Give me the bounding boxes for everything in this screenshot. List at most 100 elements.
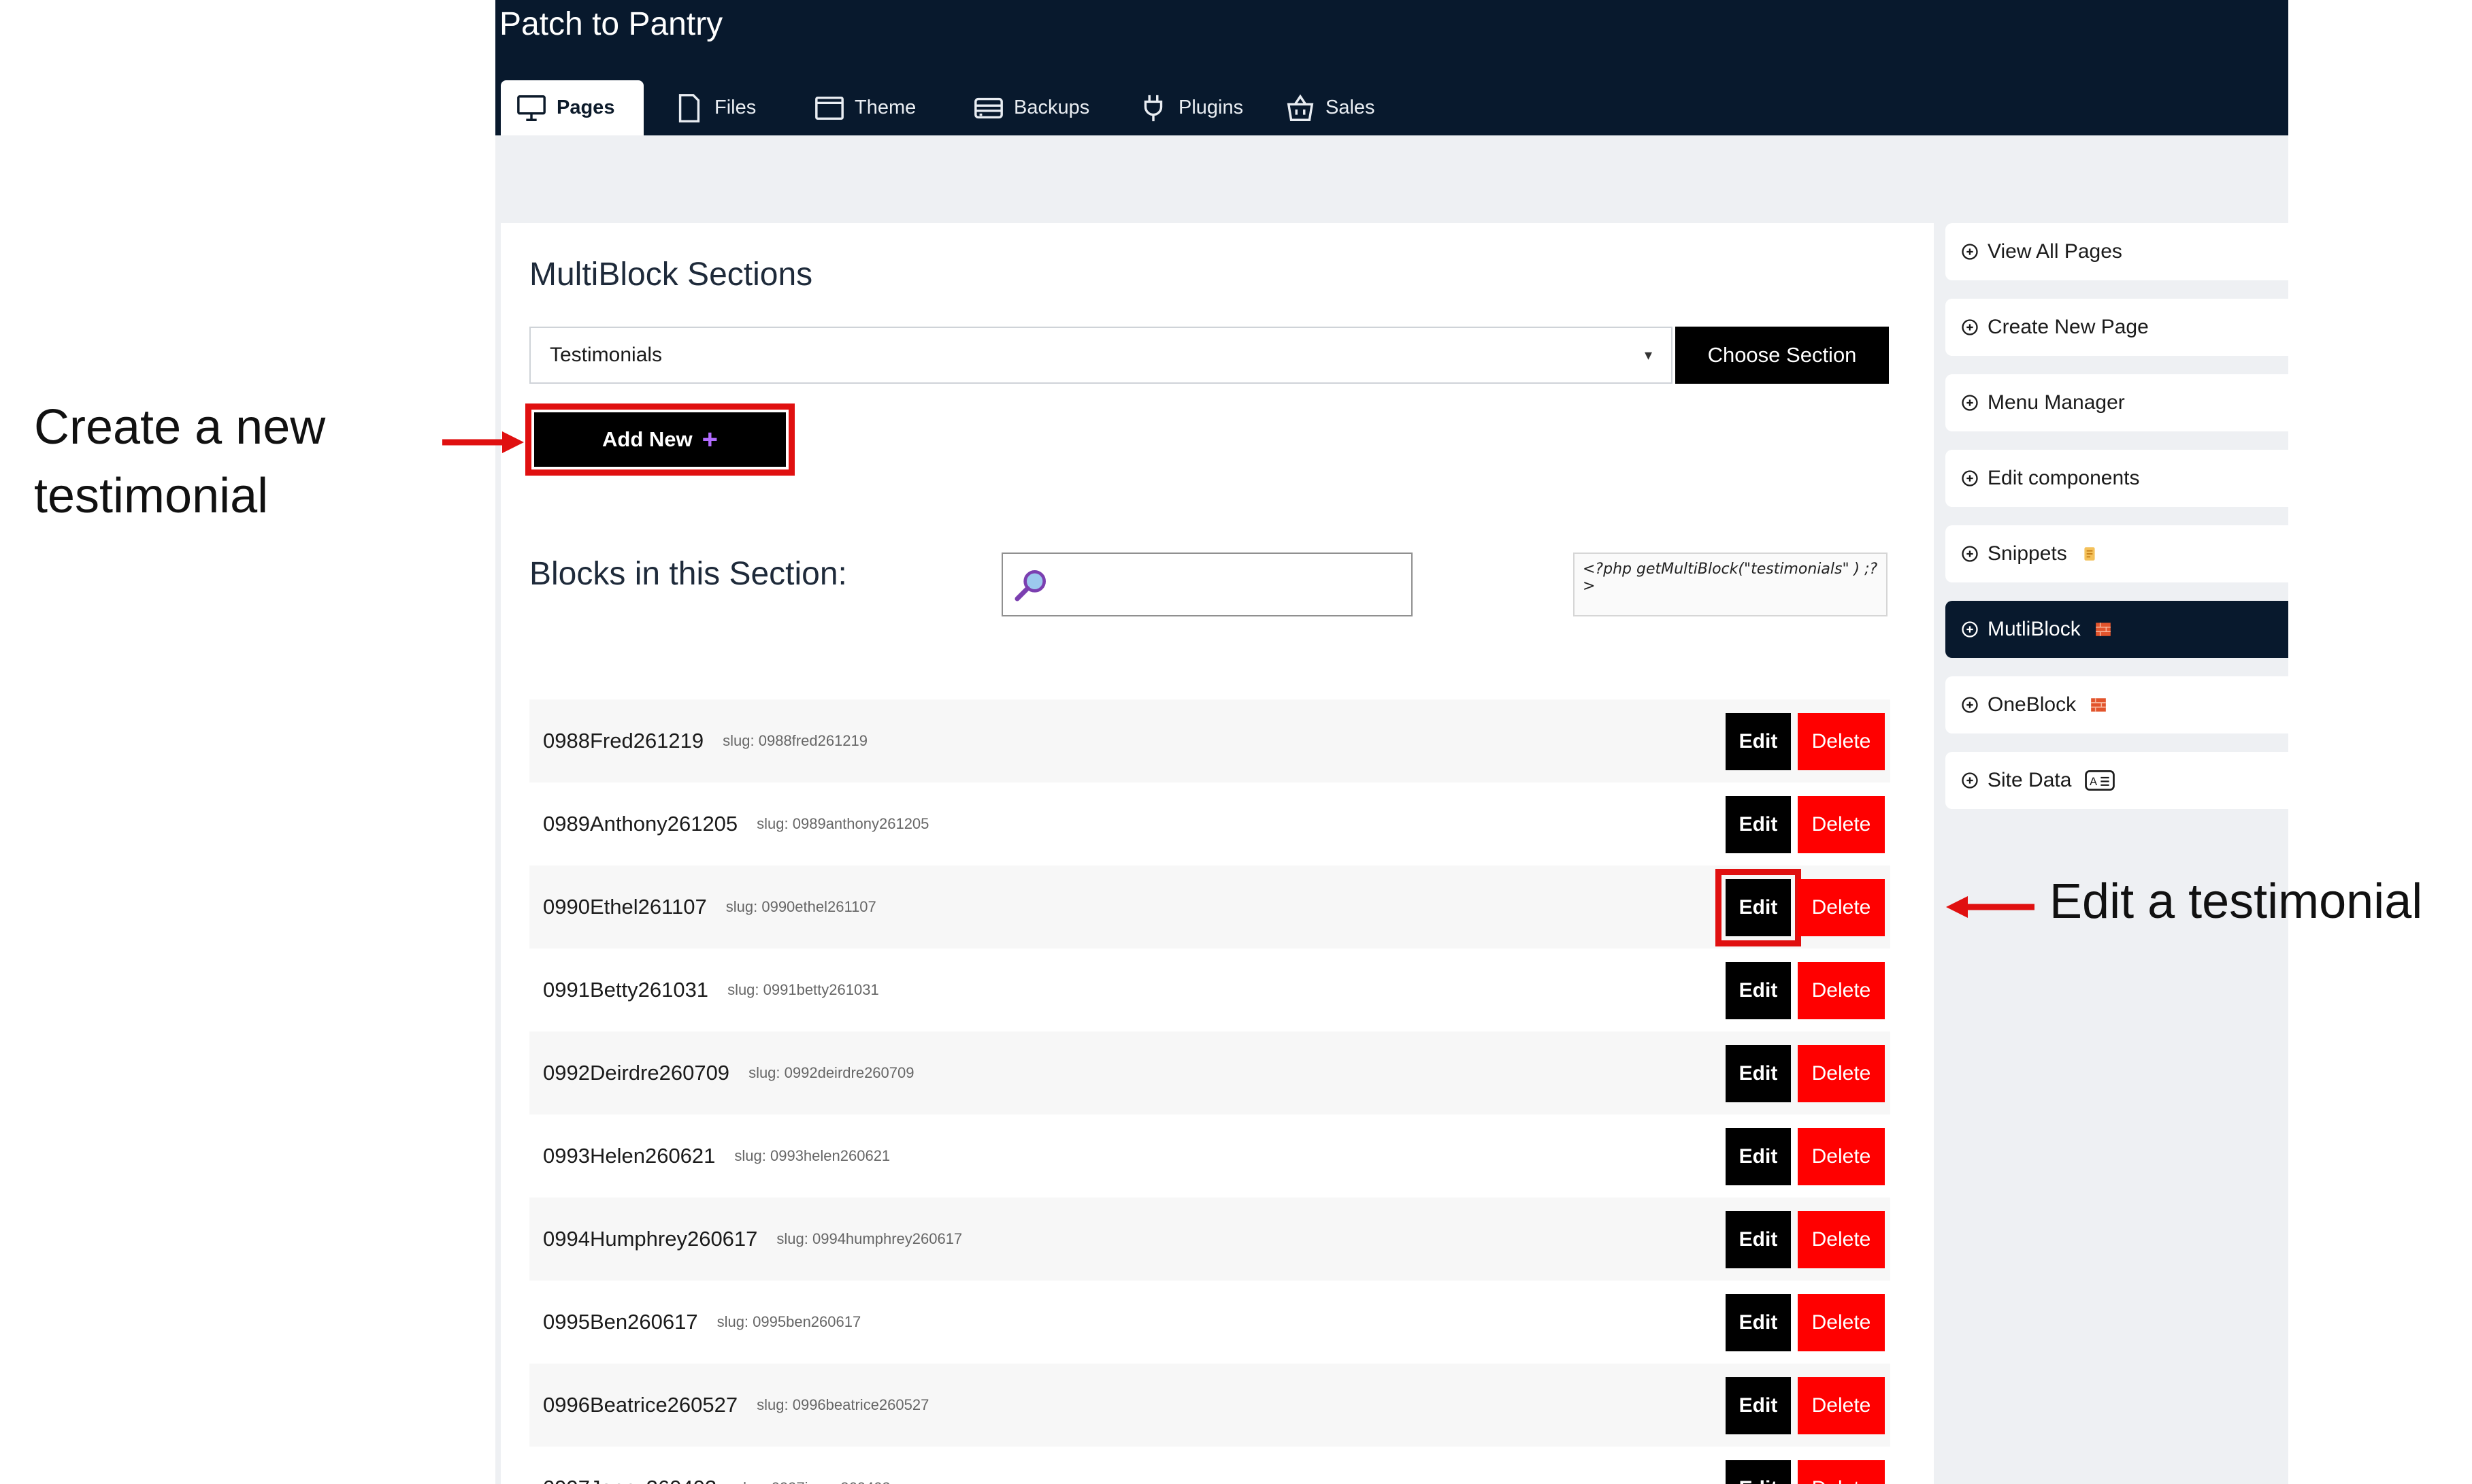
delete-button[interactable]: Delete <box>1798 713 1885 770</box>
edit-button[interactable]: Edit <box>1726 796 1791 853</box>
table-row: 0988Fred261219 slug: 0988fred261219 Edit… <box>529 699 1890 782</box>
add-new-highlight: Add New + <box>525 403 795 476</box>
row-actions: Edit Delete <box>1726 796 1885 853</box>
circle-plus-icon <box>1962 470 1978 487</box>
row-actions: Edit Delete <box>1726 1045 1885 1102</box>
edit-testimonial-note: Edit a testimonial <box>2049 874 2423 929</box>
right-arrow-icon <box>442 431 524 453</box>
tab-theme[interactable]: Theme <box>799 80 931 135</box>
page-title: MultiBlock Sections <box>529 257 813 293</box>
block-slug: slug: 0992deirdre260709 <box>748 1064 914 1081</box>
delete-button[interactable]: Delete <box>1798 1128 1885 1185</box>
sidebar-item-view-all-pages[interactable]: View All Pages <box>1945 223 2288 280</box>
edit-button[interactable]: Edit <box>1726 962 1791 1019</box>
edit-button[interactable]: Edit <box>1726 1294 1791 1351</box>
block-name: 0988Fred261219 <box>543 729 704 753</box>
edit-button[interactable]: Edit <box>1726 1128 1791 1185</box>
table-row: 0995Ben260617 slug: 0995ben260617 Edit D… <box>529 1281 1890 1364</box>
tab-files[interactable]: Files <box>659 80 771 135</box>
sidebar-item-snippets[interactable]: Snippets <box>1945 525 2288 582</box>
circle-plus-icon <box>1962 772 1978 789</box>
block-name: 0991Betty261031 <box>543 978 709 1002</box>
circle-plus-icon <box>1962 395 1978 411</box>
row-actions: Edit Delete <box>1715 869 1885 946</box>
sidebar-item-label: Site Data <box>1988 769 2072 791</box>
code-snippet: <?php getMultiBlock("testimonials" ) ;?> <box>1573 553 1888 616</box>
circle-plus-icon <box>1962 244 1978 260</box>
edit-button[interactable]: Edit <box>1726 1045 1791 1102</box>
circle-plus-icon <box>1962 546 1978 562</box>
tab-label: Pages <box>557 97 615 118</box>
edit-button[interactable]: Edit <box>1715 869 1801 946</box>
bricks-icon <box>2091 698 2106 712</box>
table-row: 0990Ethel261107 slug: 0990ethel261107 Ed… <box>529 865 1890 949</box>
edit-button[interactable]: Edit <box>1726 1377 1791 1434</box>
sidebar-item-label: View All Pages <box>1988 240 2122 263</box>
edit-button[interactable]: Edit <box>1726 1211 1791 1268</box>
delete-button[interactable]: Delete <box>1798 1211 1885 1268</box>
row-actions: Edit Delete <box>1726 1128 1885 1185</box>
delete-button[interactable]: Delete <box>1798 962 1885 1019</box>
block-name: 0994Humphrey260617 <box>543 1227 758 1251</box>
file-icon <box>678 93 700 122</box>
edit-button[interactable]: Edit <box>1726 713 1791 770</box>
app-title: Patch to Pantry <box>499 6 723 42</box>
sidebar: View All Pages Create New Page Menu Mana… <box>1945 223 2288 827</box>
sidebar-item-label: Edit components <box>1988 467 2140 489</box>
tab-label: Backups <box>1014 97 1090 118</box>
delete-button[interactable]: Delete <box>1798 879 1885 936</box>
table-row: 0994Humphrey260617 slug: 0994humphrey260… <box>529 1198 1890 1281</box>
block-name: 0997Jenny260402 <box>543 1476 716 1484</box>
sidebar-item-oneblock[interactable]: OneBlock <box>1945 676 2288 733</box>
table-row: 0993Helen260621 slug: 0993helen260621 Ed… <box>529 1115 1890 1198</box>
block-slug: slug: 0995ben260617 <box>716 1313 861 1330</box>
sidebar-item-menu-manager[interactable]: Menu Manager <box>1945 374 2288 431</box>
row-actions: Edit Delete <box>1726 1377 1885 1434</box>
add-new-button[interactable]: Add New + <box>534 412 786 467</box>
delete-button[interactable]: Delete <box>1798 1377 1885 1434</box>
chevron-down-icon: ▾ <box>1644 346 1652 363</box>
block-slug: slug: 0988fred261219 <box>723 732 868 749</box>
block-name: 0989Anthony261205 <box>543 812 738 836</box>
search-input[interactable] <box>1057 563 1411 606</box>
tab-sales[interactable]: Sales <box>1270 80 1390 135</box>
block-name: 0990Ethel261107 <box>543 895 707 919</box>
table-row: 0991Betty261031 slug: 0991betty261031 Ed… <box>529 949 1890 1032</box>
browser-window-icon <box>815 96 844 120</box>
svg-text:A: A <box>2090 775 2098 788</box>
sidebar-item-multiblock[interactable]: MutliBlock <box>1945 601 2288 658</box>
row-actions: Edit Delete <box>1726 962 1885 1019</box>
sidebar-item-edit-components[interactable]: Edit components <box>1945 450 2288 507</box>
delete-button[interactable]: Delete <box>1798 1045 1885 1102</box>
basket-icon <box>1287 94 1314 121</box>
block-search[interactable] <box>1002 553 1413 616</box>
delete-button[interactable]: Delete <box>1798 796 1885 853</box>
delete-button[interactable]: Delete <box>1798 1460 1885 1484</box>
create-testimonial-note: Create a new testimonial <box>34 400 326 523</box>
circle-plus-icon <box>1962 319 1978 335</box>
tab-backups[interactable]: Backups <box>958 80 1104 135</box>
tab-label: Plugins <box>1179 97 1244 118</box>
block-name: 0995Ben260617 <box>543 1310 698 1334</box>
tab-label: Sales <box>1325 97 1375 118</box>
section-select[interactable]: Testimonials ▾ <box>529 327 1672 384</box>
sidebar-item-site-data[interactable]: Site Data A <box>1945 752 2288 809</box>
row-actions: Edit Delete <box>1726 1211 1885 1268</box>
circle-plus-icon <box>1962 697 1978 713</box>
sidebar-item-label: Menu Manager <box>1988 391 2125 414</box>
magnifier-icon <box>1015 570 1046 601</box>
block-slug: slug: 0991betty261031 <box>727 981 879 998</box>
table-row: 0997Jenny260402 slug: 0997jenny260402 Ed… <box>529 1447 1890 1484</box>
delete-button[interactable]: Delete <box>1798 1294 1885 1351</box>
tab-plugins[interactable]: Plugins <box>1123 80 1258 135</box>
bricks-icon <box>2095 623 2111 636</box>
tab-pages[interactable]: Pages <box>501 80 644 135</box>
tab-label: Theme <box>855 97 917 118</box>
choose-section-button[interactable]: Choose Section <box>1675 327 1889 384</box>
hard-drive-icon <box>974 97 1003 118</box>
block-slug: slug: 0990ethel261107 <box>725 898 876 915</box>
edit-button[interactable]: Edit <box>1726 1460 1791 1484</box>
main-panel: MultiBlock Sections Testimonials ▾ Choos… <box>501 223 1934 1484</box>
block-slug: slug: 0997jenny260402 <box>736 1479 891 1484</box>
sidebar-item-create-new-page[interactable]: Create New Page <box>1945 299 2288 356</box>
